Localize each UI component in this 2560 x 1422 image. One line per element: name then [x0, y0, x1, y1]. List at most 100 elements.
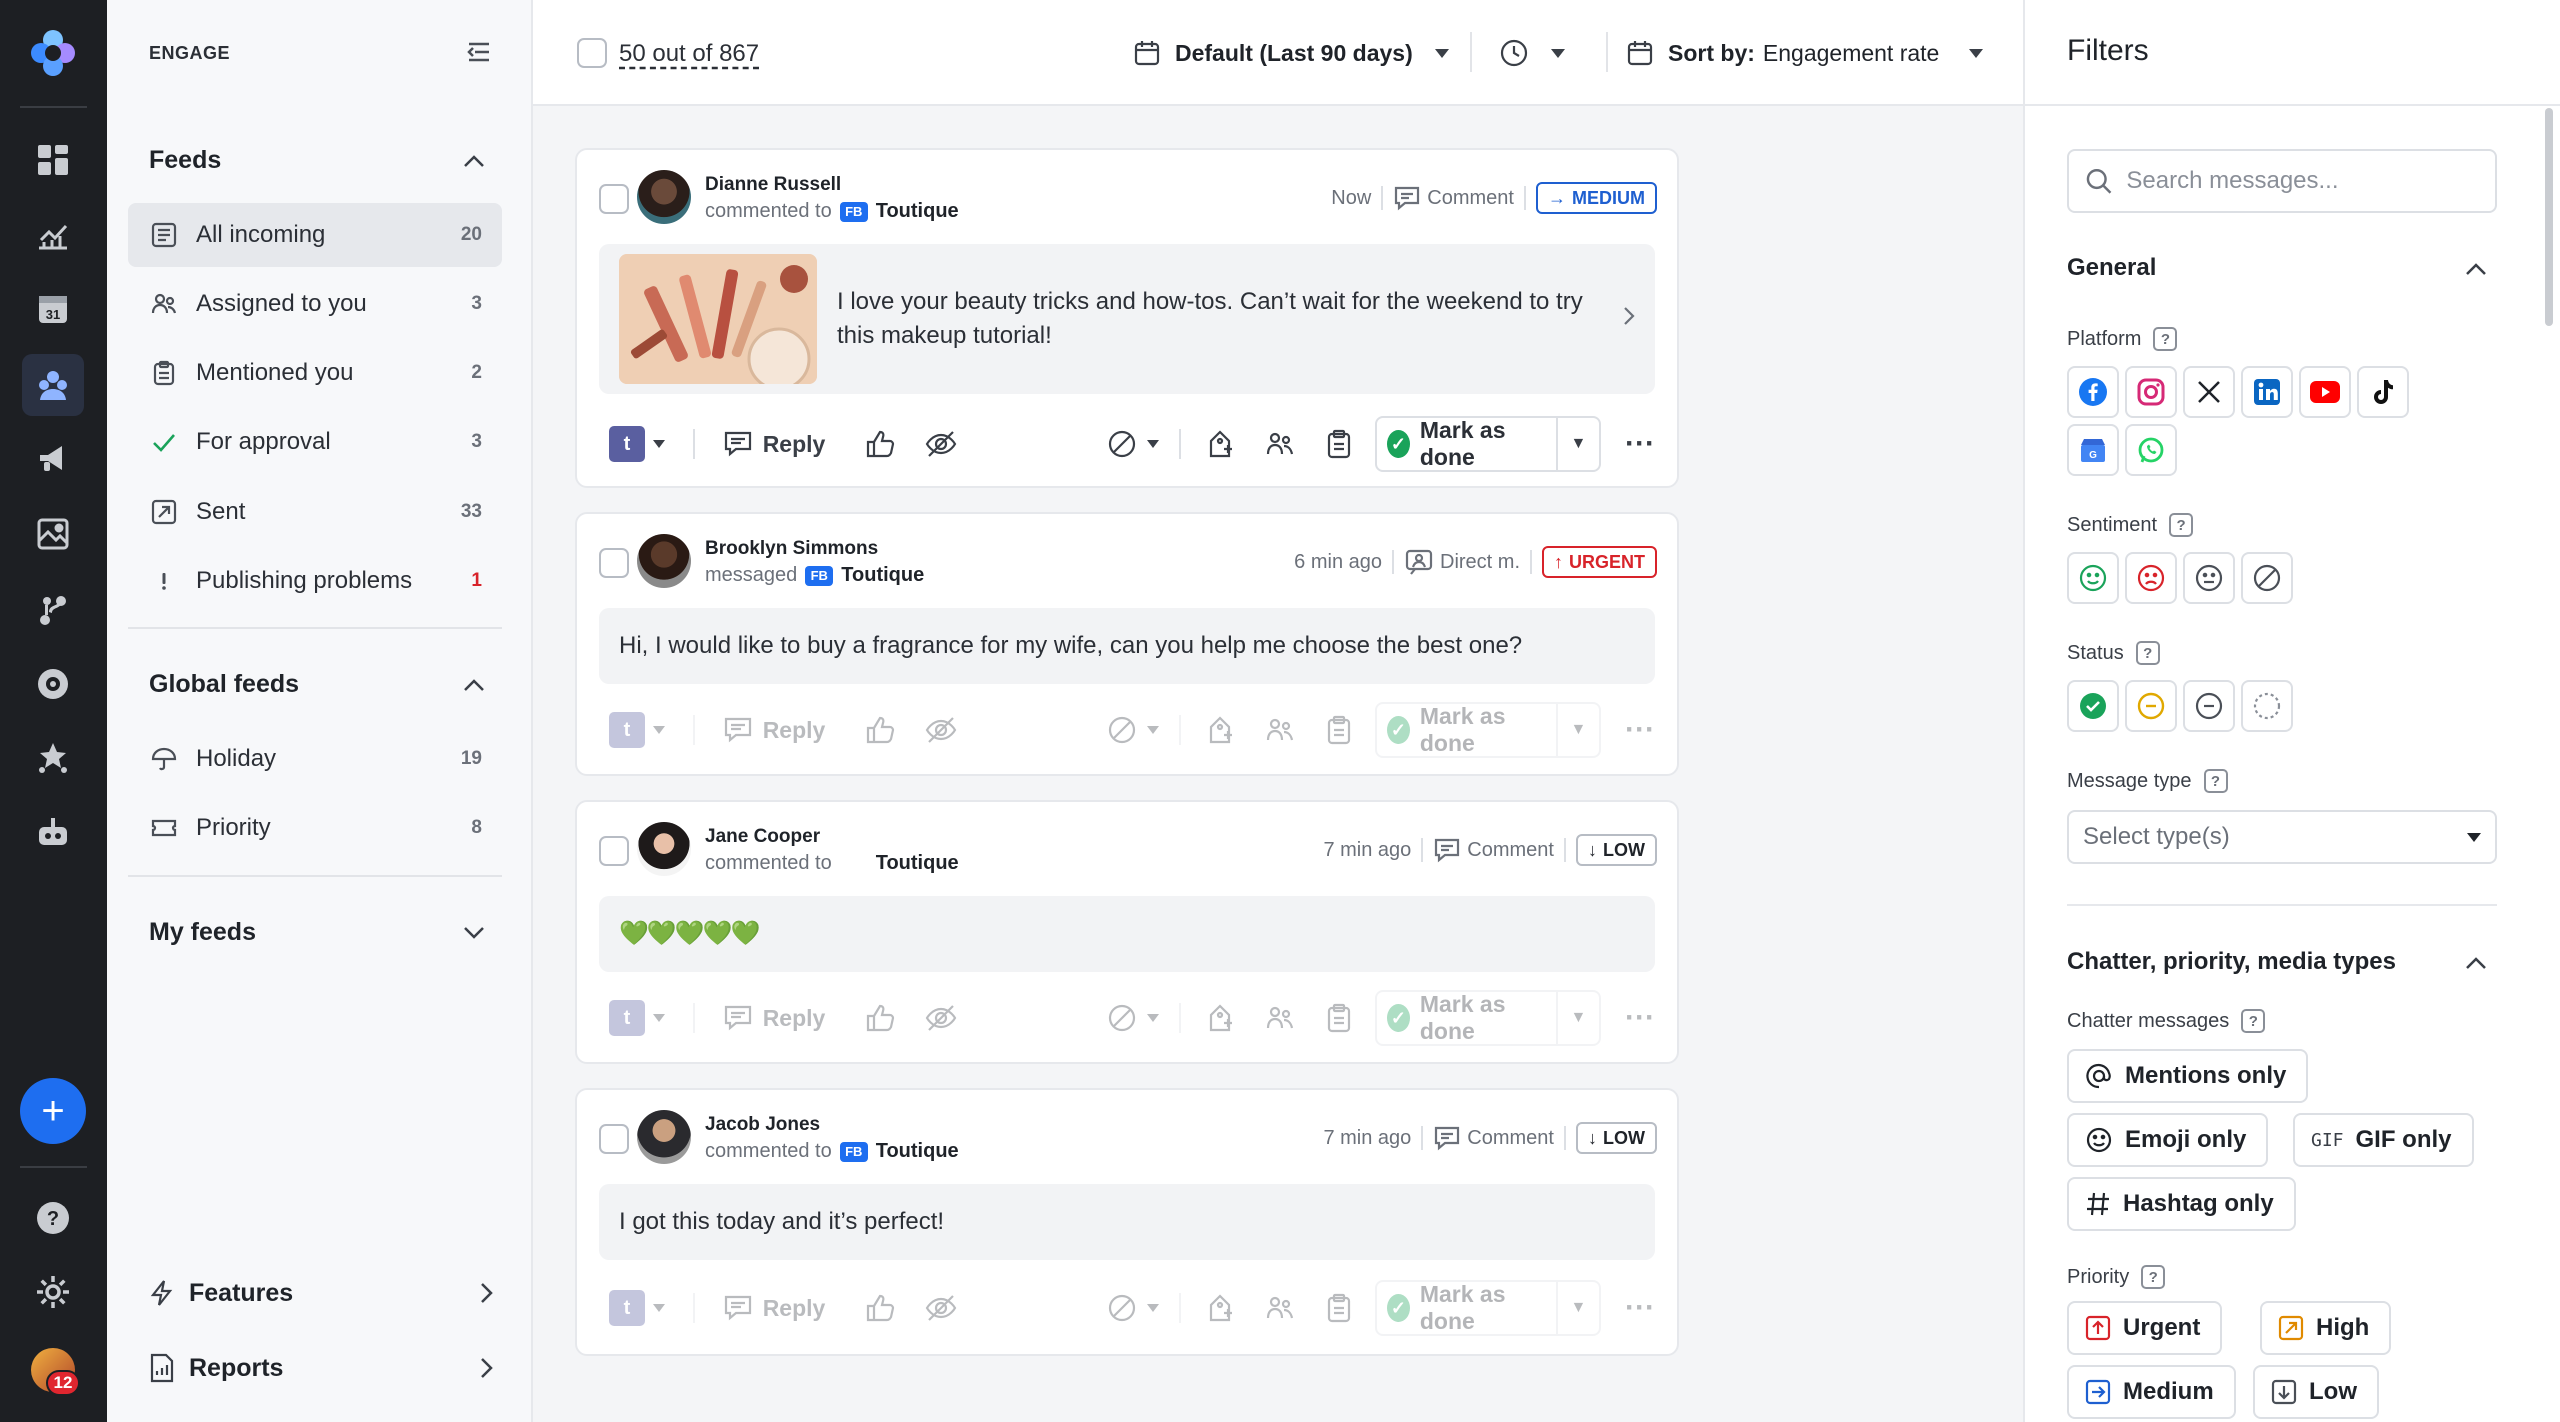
- status-done-icon[interactable]: [2067, 680, 2119, 732]
- sentiment-dropdown[interactable]: [1107, 715, 1160, 745]
- message-body[interactable]: I love your beauty tricks and how-tos. C…: [599, 244, 1655, 394]
- author-name[interactable]: Brooklyn Simmons: [705, 538, 878, 560]
- caret-down-icon[interactable]: ▼: [1558, 992, 1599, 1044]
- assign-users-icon[interactable]: [1265, 715, 1295, 745]
- mark-as-done-button[interactable]: ✓ Mark as done ▼: [1375, 416, 1602, 472]
- hashtag-only-toggle[interactable]: Hashtag only: [2067, 1177, 2296, 1231]
- like-icon[interactable]: [865, 1003, 895, 1033]
- app-logo[interactable]: [28, 28, 78, 78]
- positive-sentiment-icon[interactable]: [2067, 552, 2119, 604]
- priority-badge[interactable]: → MEDIUM: [1536, 182, 1657, 214]
- dashboard-icon[interactable]: [33, 140, 73, 180]
- priority-medium-toggle[interactable]: Medium: [2067, 1365, 2236, 1419]
- notes-clipboard-icon[interactable]: [1325, 1003, 1353, 1033]
- youtube-icon[interactable]: [2299, 366, 2351, 418]
- priority-urgent-toggle[interactable]: Urgent: [2067, 1301, 2223, 1355]
- calendar-icon[interactable]: 31: [33, 288, 73, 328]
- workflows-icon[interactable]: [33, 590, 73, 630]
- mark-as-done-button[interactable]: ✓ Mark as done ▼: [1375, 990, 1602, 1046]
- chevron-right-icon[interactable]: [1623, 305, 1635, 333]
- more-options-icon[interactable]: ···: [1625, 427, 1655, 461]
- sidebar-item-publishing-problems[interactable]: Publishing problems 1: [128, 549, 502, 613]
- priority-badge[interactable]: ↑ URGENT: [1542, 546, 1657, 578]
- campaigns-icon[interactable]: [33, 438, 73, 478]
- reply-button[interactable]: Reply: [723, 430, 825, 458]
- gif-only-toggle[interactable]: GIF GIF only: [2293, 1113, 2474, 1167]
- assign-users-icon[interactable]: [1265, 1293, 1295, 1323]
- help-icon[interactable]: ?: [2169, 513, 2194, 537]
- message-body[interactable]: Hi, I would like to buy a fragrance for …: [599, 608, 1655, 684]
- neutral-sentiment-icon[interactable]: [2183, 552, 2235, 604]
- notes-clipboard-icon[interactable]: [1325, 429, 1353, 459]
- reports-link[interactable]: Reports: [149, 1343, 494, 1393]
- like-icon[interactable]: [865, 429, 895, 459]
- like-icon[interactable]: [865, 1293, 895, 1323]
- caret-down-icon[interactable]: ▼: [1558, 418, 1599, 470]
- sidebar-item-priority[interactable]: Priority 8: [128, 796, 502, 860]
- x-icon[interactable]: [2183, 366, 2235, 418]
- brand-selector[interactable]: t: [609, 712, 665, 748]
- page-name[interactable]: Toutique: [876, 200, 959, 223]
- page-name[interactable]: Toutique: [841, 564, 924, 587]
- like-icon[interactable]: [865, 715, 895, 745]
- help-icon[interactable]: ?: [2153, 327, 2178, 351]
- message-card[interactable]: Dianne Russell commented to FB Toutique …: [575, 148, 1679, 488]
- page-name[interactable]: Toutique: [876, 852, 959, 875]
- search-input[interactable]: [2126, 167, 2479, 195]
- sidebar-item-assigned[interactable]: Assigned to you 3: [128, 272, 502, 336]
- message-card[interactable]: Jane Cooper commented to Toutique 7 min …: [575, 800, 1679, 1064]
- google-business-icon[interactable]: G: [2067, 424, 2119, 476]
- no-sentiment-icon[interactable]: [2241, 552, 2293, 604]
- message-body[interactable]: I got this today and it’s perfect!: [599, 1184, 1655, 1260]
- priority-low-toggle[interactable]: Low: [2253, 1365, 2379, 1419]
- facebook-icon[interactable]: [2067, 366, 2119, 418]
- tag-icon[interactable]: [1205, 1003, 1235, 1033]
- instagram-icon[interactable]: [2125, 366, 2177, 418]
- caret-down-icon[interactable]: ▼: [1558, 704, 1599, 756]
- emoji-only-toggle[interactable]: Emoji only: [2067, 1113, 2269, 1167]
- listening-icon[interactable]: [33, 664, 73, 704]
- whatsapp-icon[interactable]: [2125, 424, 2177, 476]
- avatar[interactable]: [637, 534, 691, 588]
- help-icon[interactable]: ?: [2135, 641, 2160, 665]
- status-new-icon[interactable]: [2241, 680, 2293, 732]
- caret-down-icon[interactable]: ▼: [1558, 1282, 1599, 1334]
- reply-button[interactable]: Reply: [723, 716, 825, 744]
- avatar[interactable]: [637, 170, 691, 224]
- sentiment-dropdown[interactable]: [1107, 429, 1160, 459]
- notes-clipboard-icon[interactable]: [1325, 1293, 1353, 1323]
- engage-icon[interactable]: [22, 354, 84, 416]
- create-button[interactable]: +: [20, 1078, 86, 1144]
- message-type-select[interactable]: Select type(s): [2067, 810, 2497, 864]
- chevron-up-icon[interactable]: [2465, 950, 2487, 976]
- status-open-icon[interactable]: [2183, 680, 2235, 732]
- chevron-up-icon[interactable]: [2465, 256, 2487, 282]
- page-name[interactable]: Toutique: [876, 1140, 959, 1163]
- media-library-icon[interactable]: [33, 514, 73, 554]
- priority-badge[interactable]: ↓ LOW: [1576, 834, 1657, 866]
- message-checkbox[interactable]: [599, 1124, 629, 1154]
- help-icon[interactable]: ?: [33, 1198, 73, 1238]
- chevron-up-icon[interactable]: [459, 146, 489, 176]
- more-options-icon[interactable]: ···: [1625, 1291, 1655, 1325]
- sidebar-item-sent[interactable]: Sent 33: [128, 480, 502, 544]
- message-checkbox[interactable]: [599, 184, 629, 214]
- author-name[interactable]: Jane Cooper: [705, 826, 820, 848]
- reviews-icon[interactable]: [33, 738, 73, 778]
- date-range-dropdown[interactable]: Default (Last 90 days): [1133, 34, 1449, 72]
- more-options-icon[interactable]: ···: [1625, 1001, 1655, 1035]
- more-options-icon[interactable]: ···: [1625, 713, 1655, 747]
- notes-clipboard-icon[interactable]: [1325, 715, 1353, 745]
- brand-selector[interactable]: t: [609, 426, 665, 462]
- makeup-photo[interactable]: [619, 254, 817, 384]
- message-card[interactable]: Brooklyn Simmons messaged FB Toutique 6 …: [575, 512, 1679, 776]
- reply-button[interactable]: Reply: [723, 1294, 825, 1322]
- sidebar-item-holiday[interactable]: Holiday 19: [128, 727, 502, 791]
- sidebar-item-all-incoming[interactable]: All incoming 20: [128, 203, 502, 267]
- tag-icon[interactable]: [1205, 715, 1235, 745]
- sidebar-item-for-approval[interactable]: For approval 3: [128, 410, 502, 474]
- bot-icon[interactable]: [33, 812, 73, 852]
- sentiment-dropdown[interactable]: [1107, 1293, 1160, 1323]
- hide-icon[interactable]: [925, 1003, 957, 1033]
- mentions-only-toggle[interactable]: Mentions only: [2067, 1049, 2309, 1103]
